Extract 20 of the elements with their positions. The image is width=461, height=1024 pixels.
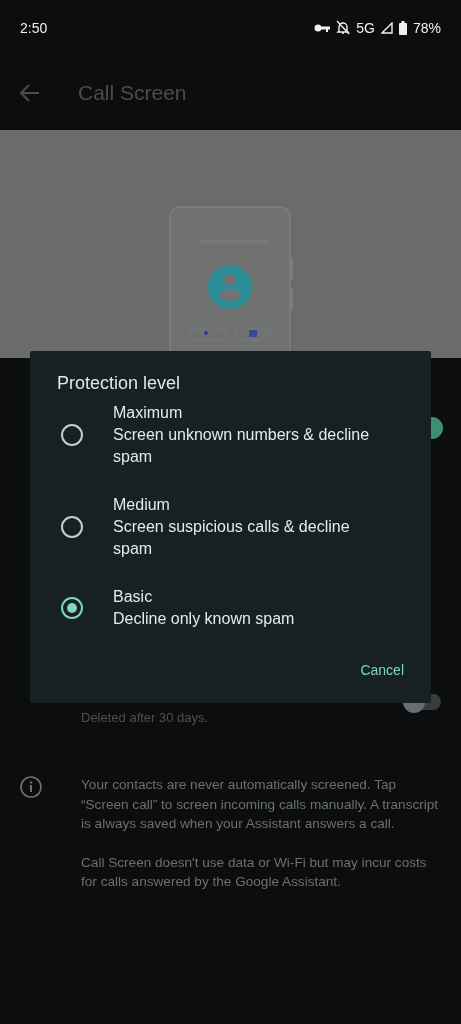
key-icon xyxy=(314,22,331,33)
battery-level: 78% xyxy=(412,19,441,36)
option-label[interactable]: Medium Screen suspicious calls & decline spam xyxy=(113,494,393,560)
option-label[interactable]: Basic Decline only known spam xyxy=(113,586,295,630)
page-title: Call Screen xyxy=(78,80,187,105)
dialog-title: Protection level xyxy=(57,373,182,394)
cancel-button[interactable]: Cancel xyxy=(360,656,404,684)
radio-button[interactable] xyxy=(61,597,83,619)
option-label[interactable]: Maximum Screen unknown numbers & decline spam xyxy=(113,402,393,468)
info-icon xyxy=(20,776,42,798)
radio-button[interactable] xyxy=(61,424,83,446)
info-text: Your contacts are never automatically screened. Tap “Screen call” to screen incoming calls manually. A transcript is always saved when your Assistant answers a call. xyxy=(81,776,439,833)
bell-off-icon xyxy=(336,20,351,35)
info-text: Call Screen doesn't use data or Wi-Fi but may incur costs for calls answered by the Google Assistant. xyxy=(81,853,428,891)
clock: 2:50 xyxy=(20,19,48,36)
signal-icon xyxy=(380,21,393,34)
network-label: 5G xyxy=(356,19,375,36)
radio-button[interactable] xyxy=(61,516,83,538)
battery-icon xyxy=(398,20,407,35)
setting-subtitle: Deleted after 30 days. xyxy=(81,710,210,725)
